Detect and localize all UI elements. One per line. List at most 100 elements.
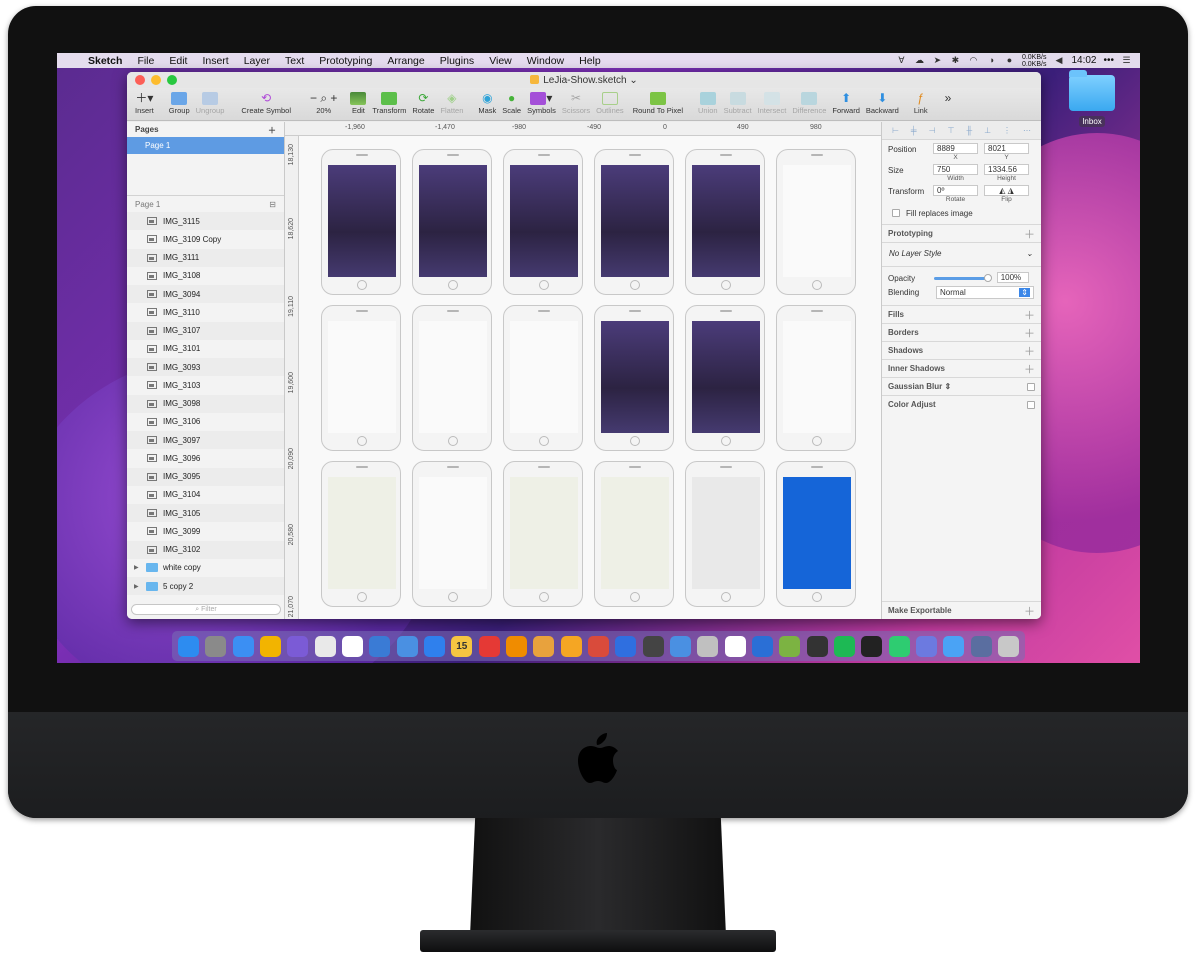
x-value[interactable]: 8889 <box>933 143 978 154</box>
color-adjust-checkbox[interactable] <box>1027 400 1035 409</box>
dock-app-icon[interactable] <box>806 635 828 657</box>
difference-button[interactable]: Difference <box>792 90 826 115</box>
clock[interactable]: 14:02 <box>1071 55 1096 66</box>
union-button[interactable]: Union <box>698 90 718 115</box>
desktop-folder-inbox[interactable]: Inbox <box>1067 70 1117 133</box>
dock-app-icon[interactable] <box>642 635 664 657</box>
distribute-horizontal-icon[interactable]: ⋮ <box>1003 126 1011 135</box>
volume-icon[interactable]: ◀ <box>1053 56 1064 65</box>
layer-item[interactable]: IMG_3098 <box>127 394 284 413</box>
artboard-phone[interactable] <box>685 149 765 295</box>
dock-app-icon[interactable] <box>997 635 1019 657</box>
layer-item[interactable]: IMG_3111 <box>127 248 284 267</box>
opacity-value[interactable]: 100% <box>996 272 1029 283</box>
artboard-phone[interactable] <box>321 461 401 607</box>
subtract-button[interactable]: Subtract <box>724 90 752 115</box>
symbols-button[interactable]: ▾ Symbols <box>527 90 556 115</box>
layer-item[interactable]: IMG_3104 <box>127 486 284 504</box>
dock-app-icon[interactable] <box>287 635 309 657</box>
distribute-vertical-icon[interactable]: ⋯ <box>1023 126 1031 135</box>
flatten-button[interactable]: ◈ Flatten <box>440 90 463 115</box>
artboard-phone[interactable] <box>776 149 856 295</box>
edit-button[interactable]: Edit <box>350 90 367 115</box>
dock-app-icon[interactable] <box>970 635 992 657</box>
layer-item[interactable]: IMG_3099 <box>127 522 284 540</box>
canvas[interactable]: -1,960 -1,470 -980 -490 0 490 980 18,130… <box>285 122 881 619</box>
height-field[interactable]: 1334.56 Height <box>984 164 1029 182</box>
layer-item[interactable]: IMG_3097 <box>127 431 284 450</box>
borders-section[interactable]: Borders ＋ <box>882 323 1041 341</box>
add-export-icon[interactable]: ＋ <box>1024 603 1035 619</box>
collapse-icon[interactable]: ⊟ <box>269 200 276 209</box>
layer-item[interactable]: IMG_3105 <box>127 504 284 523</box>
menu-text[interactable]: Text <box>278 55 312 67</box>
menu-file[interactable]: File <box>130 55 162 67</box>
dock-app-icon[interactable] <box>369 635 391 657</box>
dock-app-icon[interactable] <box>587 635 609 657</box>
dock-app-icon[interactable] <box>396 635 418 657</box>
artboard-phone[interactable] <box>594 149 674 295</box>
cloud-icon[interactable]: ☁ <box>914 56 925 65</box>
artboard-phone[interactable] <box>685 305 765 451</box>
y-field[interactable]: 8021 Y <box>984 143 1029 161</box>
dock-app-icon[interactable] <box>669 635 691 657</box>
layer-item[interactable]: IMG_3103 <box>127 376 284 394</box>
add-prototyping-icon[interactable]: ＋ <box>1024 226 1035 242</box>
artboard-phone[interactable] <box>321 149 401 295</box>
layer-style-dropdown[interactable]: No Layer Style ⌄ <box>886 247 1036 260</box>
layer-item[interactable]: IMG_3106 <box>127 413 284 431</box>
outlines-button[interactable]: Outlines <box>596 90 624 115</box>
vpn-icon[interactable]: ∀ <box>896 56 907 65</box>
rotate-button[interactable]: ⟳ Rotate <box>412 90 434 115</box>
add-inner-shadow-icon[interactable]: ＋ <box>1024 361 1035 377</box>
menu-layer[interactable]: Layer <box>237 55 278 67</box>
dock-app-icon[interactable] <box>943 635 965 657</box>
zoom-control[interactable]: − ⌕ +20% <box>310 90 337 115</box>
ungroup-button[interactable]: Ungroup <box>196 90 224 115</box>
send-icon[interactable]: ➤ <box>932 56 943 65</box>
intersect-button[interactable]: Intersect <box>758 90 786 115</box>
dock-app-icon[interactable] <box>205 635 227 657</box>
add-border-icon[interactable]: ＋ <box>1024 325 1035 341</box>
dock-app-icon[interactable] <box>751 635 773 657</box>
transform-button[interactable]: Transform <box>372 90 406 115</box>
dock-app-icon[interactable] <box>341 635 363 657</box>
menu-insert[interactable]: Insert <box>195 55 236 67</box>
dock-app-icon[interactable] <box>724 635 746 657</box>
align-right-icon[interactable]: ⊣ <box>929 126 936 135</box>
rotate-field[interactable]: 0º Rotate <box>933 185 978 203</box>
add-fill-icon[interactable]: ＋ <box>1024 307 1035 323</box>
menu-prototyping[interactable]: Prototyping <box>312 55 380 67</box>
menu-app-name[interactable]: Sketch <box>81 55 130 67</box>
dock-app-icon[interactable] <box>178 635 199 657</box>
menu-arrange[interactable]: Arrange <box>380 55 432 67</box>
gaussian-blur-checkbox[interactable] <box>1027 382 1035 391</box>
dock-app-icon[interactable] <box>560 635 582 657</box>
layer-group[interactable]: ▶ 5 copy 2 <box>127 577 284 596</box>
dock-app-icon[interactable] <box>888 635 910 657</box>
layer-item[interactable]: IMG_3102 <box>127 540 284 559</box>
artboard-phone[interactable] <box>503 461 583 607</box>
blending-select[interactable]: Normal ⇕ <box>936 286 1034 299</box>
more-icon[interactable]: ••• <box>1103 55 1114 66</box>
artboard-phone[interactable] <box>503 305 583 451</box>
user-icon[interactable]: ● <box>1004 56 1015 65</box>
rotate-value[interactable]: 0º <box>933 185 978 196</box>
dock-app-icon[interactable] <box>833 635 855 657</box>
gaussian-blur-section[interactable]: Gaussian Blur ⇕ <box>882 377 1041 395</box>
insert-button[interactable]: ＋▾ Insert <box>135 90 154 115</box>
dock-app-icon[interactable] <box>259 635 281 657</box>
layer-item[interactable]: IMG_3093 <box>127 358 284 377</box>
dock-app-icon[interactable] <box>779 635 801 657</box>
artboard-phone[interactable] <box>503 149 583 295</box>
color-adjust-section[interactable]: Color Adjust <box>882 395 1041 413</box>
fill-replaces-checkbox[interactable] <box>892 209 900 217</box>
dock-app-icon[interactable] <box>533 635 555 657</box>
flip-field[interactable]: ◭ ◮ Flip <box>984 185 1029 203</box>
y-value[interactable]: 8021 <box>984 143 1029 154</box>
dock-app-icon[interactable] <box>615 635 637 657</box>
ruler-horizontal[interactable]: -1,960 -1,470 -980 -490 0 490 980 <box>285 122 881 136</box>
flip-buttons[interactable]: ◭ ◮ <box>984 185 1029 196</box>
artboard-phone[interactable] <box>776 305 856 451</box>
disclosure-triangle-icon[interactable]: ▶ <box>134 583 146 590</box>
